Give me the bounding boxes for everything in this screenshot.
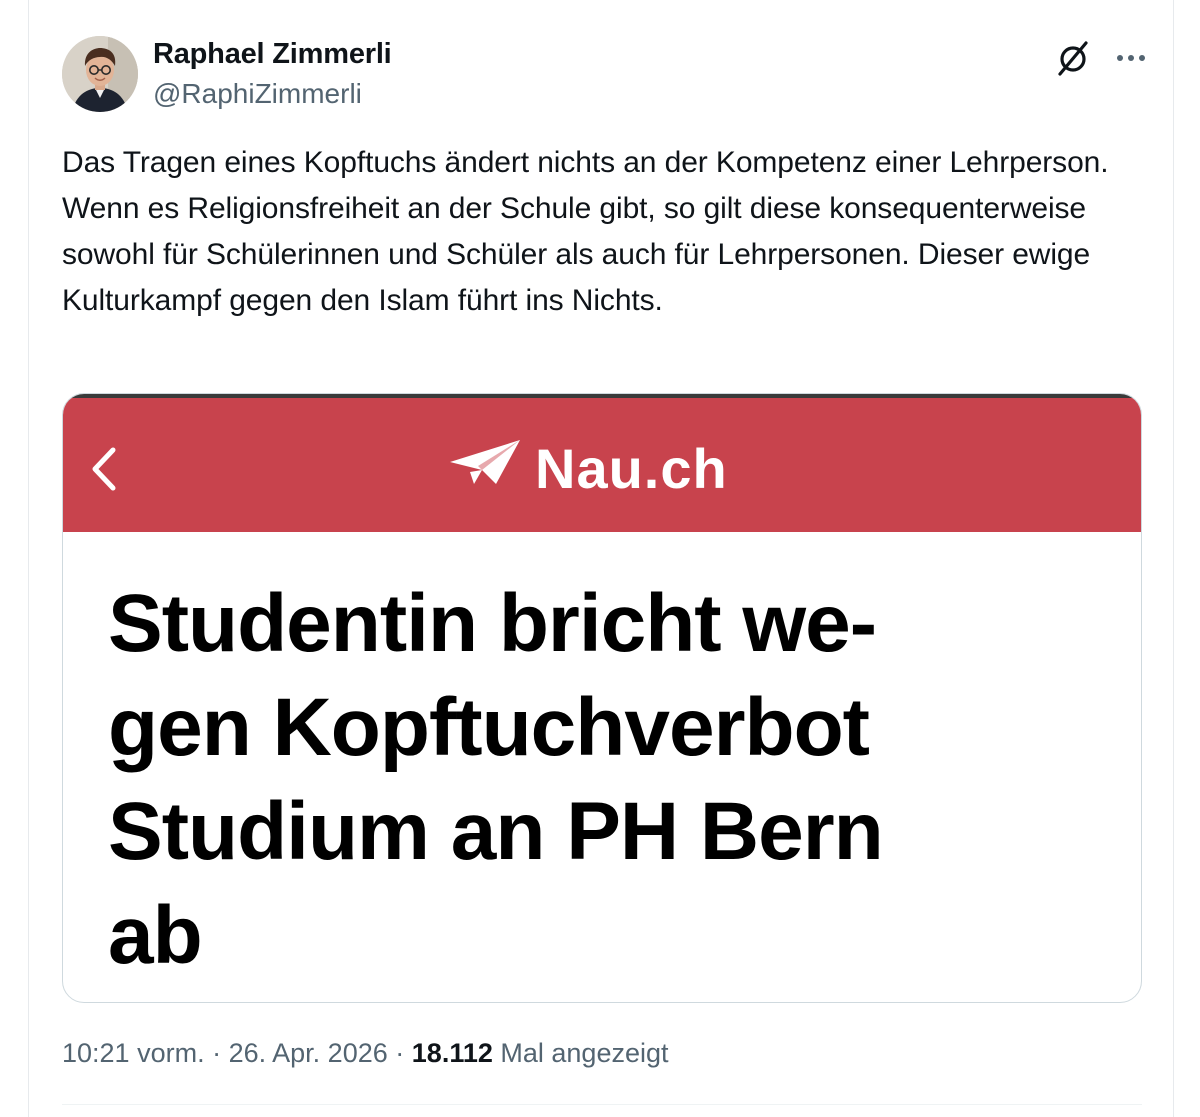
avatar-image bbox=[62, 36, 138, 112]
author-handle[interactable]: @RaphiZimmerli bbox=[153, 78, 362, 110]
divider bbox=[62, 1104, 1142, 1105]
tweet-time[interactable]: 10:21 vorm. bbox=[62, 1038, 205, 1068]
author-name[interactable]: Raphael Zimmerli bbox=[153, 38, 392, 71]
tweet-metadata: 10:21 vorm. · 26. Apr. 2026 · 18.112 Mal… bbox=[62, 1038, 669, 1069]
paper-plane-icon bbox=[448, 438, 522, 488]
views-label: Mal angezeigt bbox=[500, 1038, 669, 1068]
meta-separator: · bbox=[212, 1038, 222, 1068]
headline-line: ab bbox=[108, 890, 203, 981]
grok-icon[interactable] bbox=[1053, 38, 1093, 78]
meta-separator: · bbox=[395, 1038, 405, 1068]
views-count: 18.112 bbox=[411, 1038, 493, 1068]
tweet-card: Raphael Zimmerli @RaphiZimmerli Das Trag… bbox=[28, 0, 1174, 1117]
tweet-media-image[interactable]: Nau.ch Studentin bricht we- gen Kopftuch… bbox=[62, 393, 1142, 1003]
news-site-logo-text: Nau.ch bbox=[535, 437, 728, 500]
headline-line: Studentin bricht we- bbox=[108, 578, 877, 669]
headline-line: gen Kopftuchverbot bbox=[108, 682, 870, 773]
article-headline: Studentin bricht we- gen Kopftuchverbot … bbox=[108, 572, 1108, 988]
tweet-text: Das Tragen eines Kopftuchs ändert nichts… bbox=[62, 146, 1109, 317]
tweet-date[interactable]: 26. Apr. 2026 bbox=[229, 1038, 388, 1068]
headline-line: Studium an PH Bern bbox=[108, 786, 884, 877]
avatar[interactable] bbox=[62, 36, 138, 112]
chevron-left-icon bbox=[83, 444, 123, 494]
more-dots-icon[interactable] bbox=[1111, 38, 1151, 78]
news-site-header: Nau.ch bbox=[63, 398, 1141, 532]
